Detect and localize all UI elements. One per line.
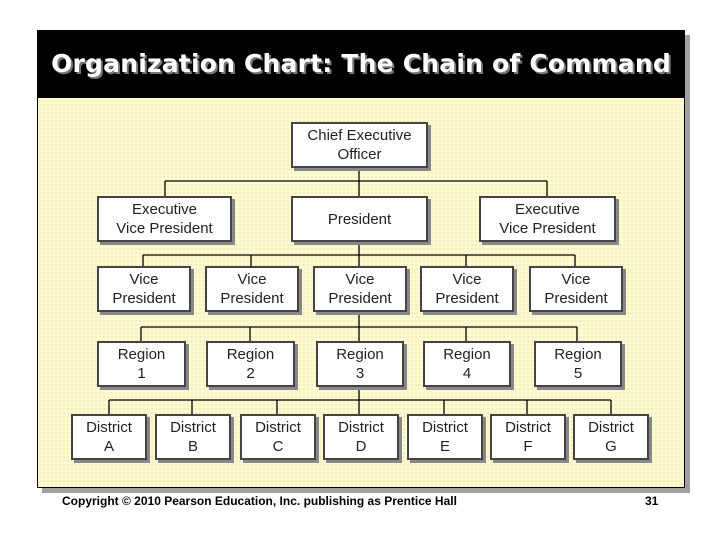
box-label: District C (255, 419, 301, 455)
box-label: District F (505, 419, 551, 455)
box-district: District E (407, 414, 483, 460)
box-label: District D (338, 419, 384, 455)
box-district: District D (323, 414, 399, 460)
box-label: District G (588, 419, 634, 455)
box-label: Vice President (328, 271, 392, 307)
box-region: Region 5 (534, 341, 622, 387)
box-vice-president: Vice President (529, 266, 623, 312)
box-label: Executive Vice President (116, 201, 213, 237)
box-label: Region 5 (554, 346, 602, 382)
box-region: Region 4 (423, 341, 511, 387)
connector-president (142, 241, 576, 266)
copyright-footer: Copyright © 2010 Pearson Education, Inc.… (62, 494, 457, 508)
box-label: Vice President (544, 271, 608, 307)
page-number: 31 (645, 494, 659, 508)
box-vice-president: Vice President (205, 266, 299, 312)
box-executive-vp: Executive Vice President (97, 196, 232, 242)
box-vice-president: Vice President (97, 266, 191, 312)
box-label: Vice President (112, 271, 176, 307)
box-district: District B (155, 414, 231, 460)
box-region: Region 2 (206, 341, 295, 387)
box-label: Vice President (220, 271, 284, 307)
box-ceo: Chief Executive Officer (291, 122, 428, 168)
box-label: Region 2 (226, 346, 275, 382)
box-label: Vice President (435, 271, 499, 307)
box-label: District E (422, 419, 468, 455)
box-district: District G (573, 414, 649, 460)
box-label: District A (86, 419, 132, 455)
box-district: District F (490, 414, 566, 460)
connector-vp (140, 312, 578, 341)
box-region: Region 3 (316, 341, 404, 387)
box-executive-vp: Executive Vice President (479, 196, 616, 242)
box-label: Chief Executive Officer (307, 127, 412, 163)
box-label: Region 3 (336, 346, 384, 382)
box-vice-president: Vice President (420, 266, 514, 312)
box-district: District C (240, 414, 316, 460)
box-president: President (291, 196, 428, 242)
box-label: Region 1 (117, 346, 166, 382)
connector-region (108, 387, 612, 414)
box-label: President (327, 210, 392, 228)
connector-ceo (164, 167, 548, 196)
box-label: Region 4 (443, 346, 491, 382)
box-label: District B (170, 419, 216, 455)
box-region: Region 1 (97, 341, 186, 387)
box-vice-president: Vice President (313, 266, 407, 312)
box-district: District A (71, 414, 147, 460)
box-label: Executive Vice President (499, 201, 596, 237)
